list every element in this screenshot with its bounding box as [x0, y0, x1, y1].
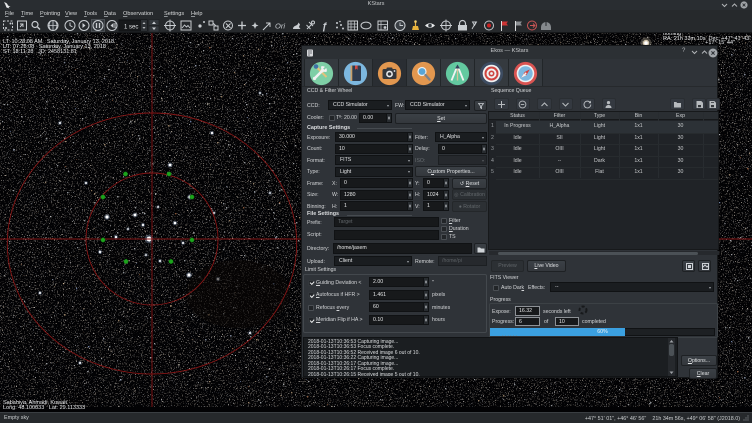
svg-text:ƒ: ƒ: [322, 22, 328, 33]
svg-text:1 sec: 1 sec: [124, 25, 138, 31]
svg-text:Ori: Ori: [275, 22, 285, 31]
